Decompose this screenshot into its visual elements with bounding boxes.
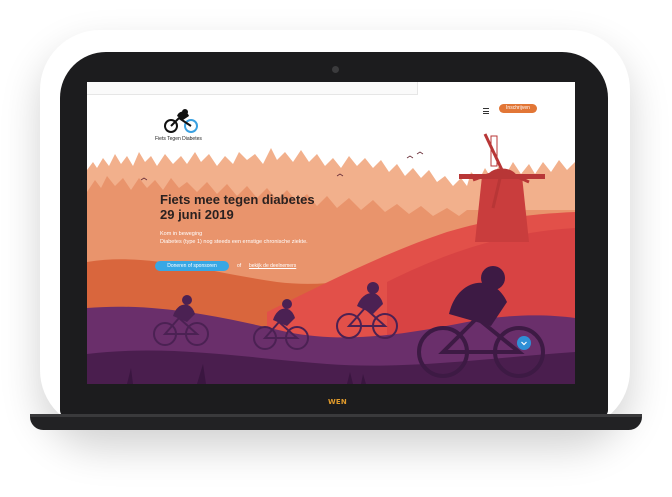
chevron-down-icon [521, 341, 527, 346]
webcam-icon [332, 66, 339, 73]
hero-title-line-2: 29 juni 2019 [160, 207, 234, 222]
donate-button[interactable]: Doneren of sponsoren [155, 261, 229, 271]
or-text: of [237, 263, 242, 269]
scroll-down-button[interactable] [517, 336, 531, 350]
participants-link[interactable]: bekijk de deelnemers [249, 263, 296, 269]
site-logo-icon[interactable] [163, 108, 199, 134]
hero-subtitle: Kom in beweging Diabetes (type 1) nog st… [160, 231, 380, 246]
site-name: Fiets Tegen Diabetes [155, 136, 202, 142]
hero-subtitle-line-1: Kom in beweging [160, 231, 203, 237]
hamburger-icon[interactable] [483, 108, 489, 114]
hero-subtitle-line-2: Diabetes (type 1) nog steeds een ernstig… [160, 238, 308, 245]
website-screen: Fiets Tegen Diabetes Inschrijven Fiets m… [87, 82, 575, 384]
hero-title-line-1: Fiets mee tegen diabetes [160, 192, 315, 207]
hero-title: Fiets mee tegen diabetes 29 juni 2019 [160, 192, 360, 222]
browser-address-strip [87, 82, 418, 95]
laptop-base-edge [30, 414, 642, 417]
signup-button[interactable]: Inschrijven [499, 104, 537, 113]
brand-logo: WEN [328, 398, 347, 406]
